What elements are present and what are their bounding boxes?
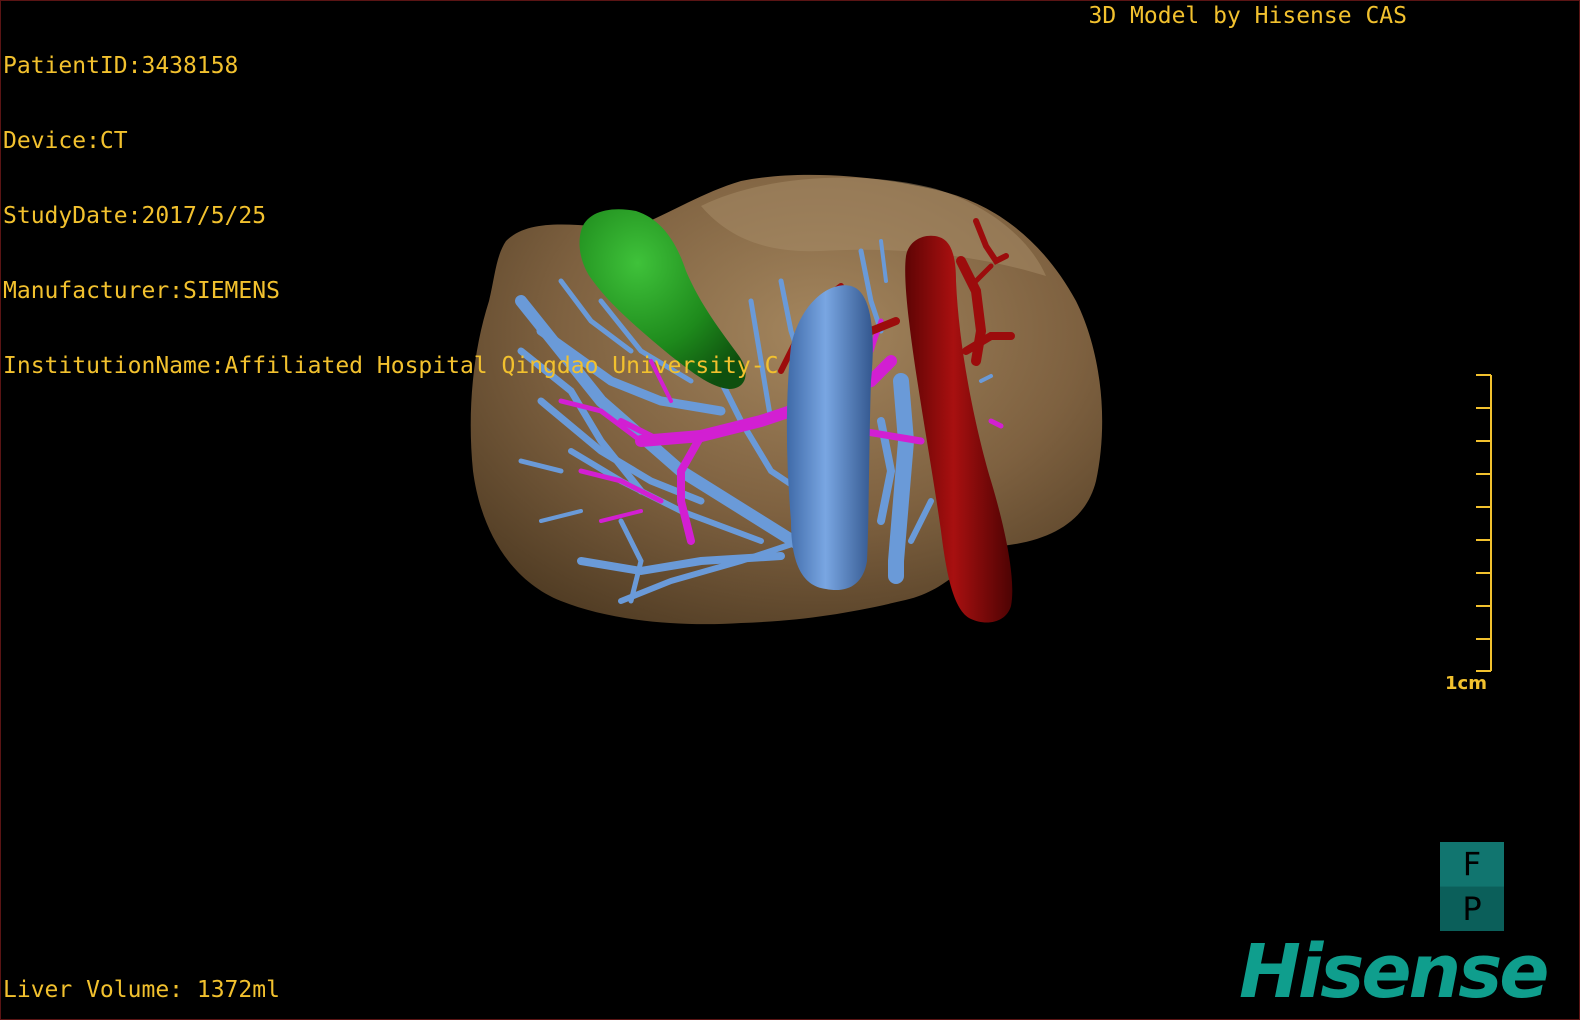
manufacturer: Manufacturer:SIEMENS — [3, 278, 280, 304]
institution-name: InstitutionName:Affiliated Hospital Qing… — [3, 353, 779, 379]
hisense-logo: Hisense — [1239, 929, 1549, 1015]
orientation-cube[interactable]: F P — [1440, 842, 1504, 931]
orientation-face-posterior[interactable]: P — [1440, 887, 1504, 931]
scale-bar — [1476, 374, 1492, 672]
orientation-face-front[interactable]: F — [1440, 842, 1504, 886]
scale-label: 1cm — [1445, 673, 1487, 694]
patient-id: PatientID:3438158 — [3, 53, 239, 79]
study-date: StudyDate:2017/5/25 — [3, 203, 267, 229]
dicom-info: PatientID:3438158 Device:CT StudyDate:20… — [3, 4, 778, 429]
model-credit: 3D Model by Hisense CAS — [1088, 3, 1408, 29]
inferior-vena-cava — [786, 285, 873, 591]
liver-volume: Liver Volume: 1372ml — [3, 977, 280, 1003]
device: Device:CT — [3, 128, 128, 154]
3d-viewport[interactable]: PatientID:3438158 Device:CT StudyDate:20… — [0, 0, 1580, 1020]
